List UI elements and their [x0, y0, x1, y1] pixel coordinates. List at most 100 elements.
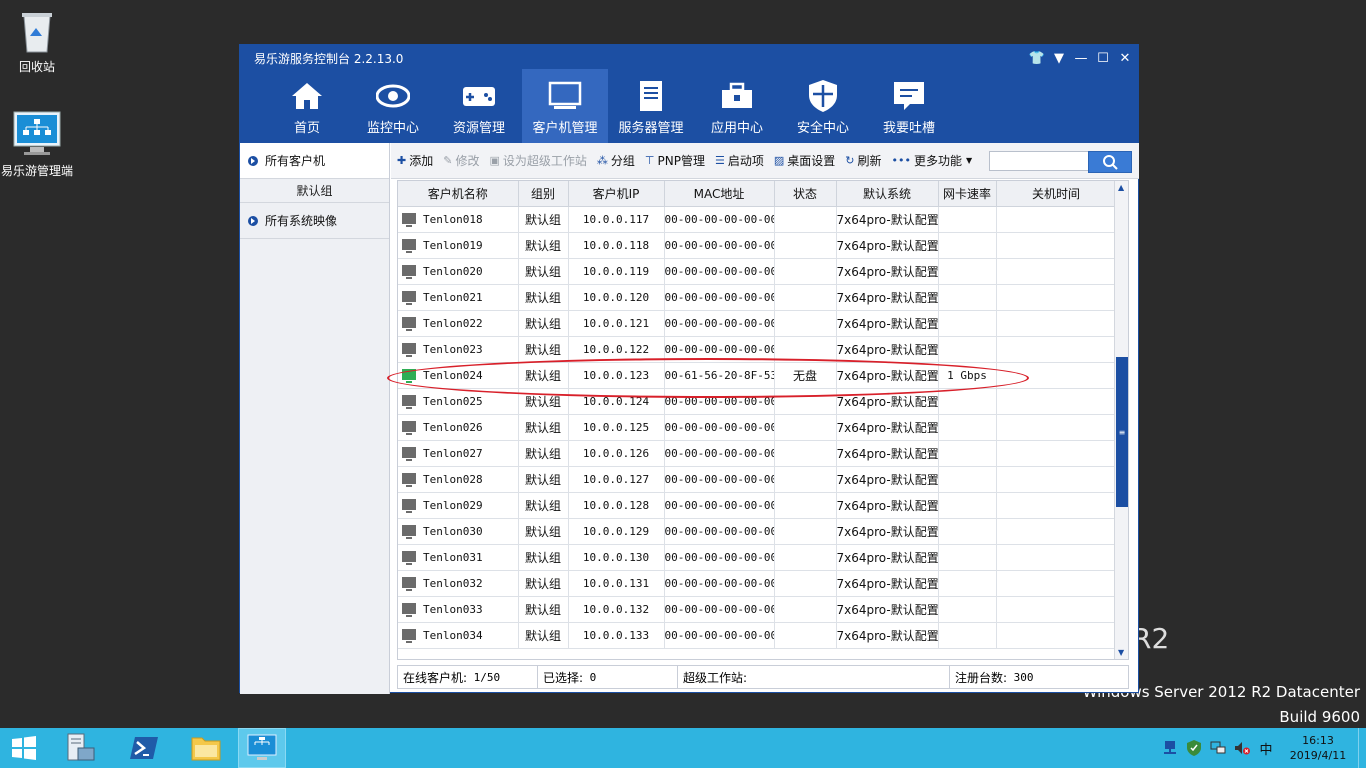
cell-ip-text: 10.0.0.133 [582, 628, 650, 642]
group-button-label: 分组 [610, 154, 635, 168]
manager-shortcut[interactable]: 易乐游管理端 [0, 110, 74, 179]
nav-servers-label: 服务器管理 [618, 121, 684, 136]
expand-arrow-icon [248, 155, 258, 166]
table-scrollbar[interactable]: ▲ ≡ ▼ [1114, 181, 1128, 659]
nav-security-label: 安全中心 [796, 121, 849, 136]
pnp-button[interactable]: ⊤ PNP管理 [645, 152, 705, 169]
col-header-speed[interactable]: 网卡速率 [938, 181, 997, 207]
console-window: 易乐游服务控制台 2.2.13.0 👕 ▼ — ☐ ✕ 首页 监控中心 资源管理… [239, 44, 1139, 694]
table-row[interactable]: Tenlon033 默认组 10.0.0.132 00-00-00-00-00-00 7… [398, 596, 1117, 623]
col-header-mac[interactable]: MAC地址 [664, 181, 775, 207]
sidebar-item-all-images[interactable]: 所有系统映像 [240, 203, 389, 239]
cell-group: 默认组 [518, 414, 569, 441]
cell-group: 默认组 [518, 466, 569, 493]
table-row[interactable]: Tenlon020 默认组 10.0.0.119 00-00-00-00-00-00 7… [398, 258, 1117, 285]
nav-security[interactable]: 安全中心 [780, 69, 866, 143]
add-button[interactable]: ✚ 添加 [397, 152, 433, 169]
file-explorer-taskbar[interactable] [182, 728, 230, 768]
security-shield-icon[interactable] [1182, 736, 1206, 760]
col-header-status[interactable]: 状态 [774, 181, 837, 207]
scroll-up-icon[interactable]: ▲ [1118, 183, 1124, 192]
lan-connection-icon[interactable] [1206, 736, 1230, 760]
cell-ip-text: 10.0.0.120 [582, 290, 650, 304]
cell-mac-text: 00-00-00-00-00-00 [664, 498, 774, 512]
table-row[interactable]: Tenlon018 默认组 10.0.0.117 00-00-00-00-00-00 7… [398, 206, 1117, 233]
taskbar: 中 16:13 2019/4/11 [0, 728, 1366, 768]
nav-resources[interactable]: 资源管理 [436, 69, 522, 143]
cell-mac: 00-00-00-00-00-00 [664, 440, 775, 467]
clock[interactable]: 16:13 2019/4/11 [1278, 733, 1358, 763]
ime-indicator[interactable]: 中 [1254, 736, 1278, 760]
client-offline-icon [402, 524, 416, 539]
table-row[interactable]: Tenlon019 默认组 10.0.0.118 00-00-00-00-00-00 7… [398, 232, 1117, 259]
table-row[interactable]: Tenlon028 默认组 10.0.0.127 00-00-00-00-00-00 7… [398, 466, 1117, 493]
desktop-settings-button[interactable]: ▨ 桌面设置 [774, 152, 835, 169]
cell-system: 7x64pro-默认配置 [836, 466, 939, 493]
table-row[interactable]: Tenlon025 默认组 10.0.0.124 00-00-00-00-00-00 7… [398, 388, 1117, 415]
col-header-name[interactable]: 客户机名称 [398, 181, 519, 207]
gamepad-icon [462, 79, 496, 113]
col-header-system[interactable]: 默认系统 [836, 181, 939, 207]
search-input[interactable] [989, 151, 1089, 171]
table-row[interactable]: Tenlon032 默认组 10.0.0.131 00-00-00-00-00-00 7… [398, 570, 1117, 597]
cell-mac: 00-00-00-00-00-00 [664, 232, 775, 259]
close-button[interactable]: ✕ [1116, 49, 1134, 67]
sidebar-item-default-group[interactable]: 默认组 [240, 179, 389, 203]
menu-dropdown-icon[interactable]: ▼ [1050, 49, 1068, 67]
sidebar-item-all-clients-label: 所有客户机 [265, 154, 326, 168]
col-header-ip[interactable]: 客户机IP [568, 181, 665, 207]
server-manager-taskbar[interactable] [56, 728, 104, 768]
cell-speed [938, 544, 997, 571]
boot-items-button[interactable]: ☰ 启动项 [715, 152, 764, 169]
refresh-button-label: 刷新 [857, 154, 882, 168]
client-offline-icon [402, 238, 416, 253]
table-row[interactable]: Tenlon022 默认组 10.0.0.121 00-00-00-00-00-00 7… [398, 310, 1117, 337]
refresh-button[interactable]: ↻ 刷新 [845, 152, 881, 169]
cell-shutdown [996, 440, 1117, 467]
sidebar: 所有客户机 默认组 所有系统映像 [240, 143, 390, 694]
cell-system: 7x64pro-默认配置 [836, 414, 939, 441]
nav-apps[interactable]: 应用中心 [694, 69, 780, 143]
console-taskbar[interactable] [238, 728, 286, 768]
network-icon[interactable] [1158, 736, 1182, 760]
cell-speed [938, 310, 997, 337]
table-row[interactable]: Tenlon023 默认组 10.0.0.122 00-00-00-00-00-00 7… [398, 336, 1117, 363]
skin-icon[interactable]: 👕 [1028, 49, 1046, 67]
scroll-down-icon[interactable]: ▼ [1118, 648, 1124, 657]
nav-clients[interactable]: 客户机管理 [522, 69, 608, 143]
client-offline-icon [402, 420, 416, 435]
powershell-taskbar[interactable] [120, 728, 168, 768]
cell-mac: 00-00-00-00-00-00 [664, 466, 775, 493]
scroll-thumb[interactable]: ≡ [1116, 357, 1128, 507]
client-offline-icon [402, 602, 416, 617]
table-row[interactable]: Tenlon031 默认组 10.0.0.130 00-00-00-00-00-00 7… [398, 544, 1117, 571]
edit-button[interactable]: ✎ 修改 [443, 152, 479, 169]
minimize-button[interactable]: — [1072, 49, 1090, 67]
cell-status-text: 无盘 [792, 368, 817, 383]
maximize-button[interactable]: ☐ [1094, 49, 1112, 67]
nav-feedback[interactable]: 我要吐槽 [866, 69, 952, 143]
group-button[interactable]: ⁂ 分组 [597, 152, 635, 169]
nav-servers[interactable]: 服务器管理 [608, 69, 694, 143]
table-row[interactable]: Tenlon026 默认组 10.0.0.125 00-00-00-00-00-00 7… [398, 414, 1117, 441]
table-row[interactable]: Tenlon034 默认组 10.0.0.133 00-00-00-00-00-00 7… [398, 622, 1117, 649]
table-row[interactable]: Tenlon021 默认组 10.0.0.120 00-00-00-00-00-00 7… [398, 284, 1117, 311]
table-row[interactable]: Tenlon029 默认组 10.0.0.128 00-00-00-00-00-00 7… [398, 492, 1117, 519]
more-functions-button[interactable]: ••• 更多功能 ▼ [892, 152, 973, 169]
table-row[interactable]: Tenlon024 默认组 10.0.0.123 00-61-56-20-8F-53 无… [398, 362, 1117, 389]
table-row[interactable]: Tenlon027 默认组 10.0.0.126 00-00-00-00-00-00 7… [398, 440, 1117, 467]
start-button[interactable] [0, 728, 48, 768]
cell-mac-text: 00-00-00-00-00-00 [664, 342, 774, 356]
cell-system-text: 7x64pro-默认配置 [836, 602, 938, 617]
sidebar-item-all-clients[interactable]: 所有客户机 [240, 143, 389, 179]
search-button[interactable] [1088, 151, 1132, 173]
volume-muted-icon[interactable] [1230, 736, 1254, 760]
table-row[interactable]: Tenlon030 默认组 10.0.0.129 00-00-00-00-00-00 7… [398, 518, 1117, 545]
col-header-shutdown[interactable]: 关机时间 [996, 181, 1117, 207]
nav-monitor[interactable]: 监控中心 [350, 69, 436, 143]
recycle-bin-shortcut[interactable]: 回收站 [0, 6, 74, 75]
col-header-group[interactable]: 组别 [518, 181, 569, 207]
nav-home[interactable]: 首页 [264, 69, 350, 143]
set-super-workstation-button[interactable]: ▣ 设为超级工作站 [489, 152, 586, 169]
show-desktop-button[interactable] [1358, 728, 1366, 768]
